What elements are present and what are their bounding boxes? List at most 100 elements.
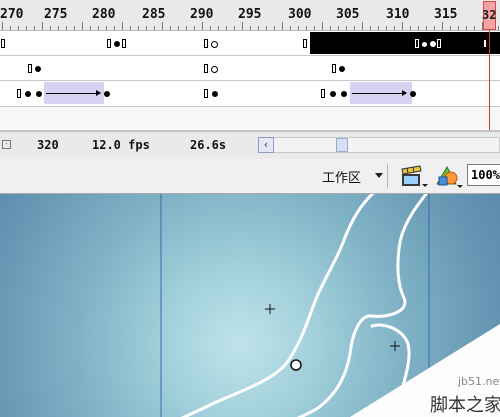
ruler-tick [322, 22, 323, 30]
arrowhead-icon [96, 90, 101, 96]
ruler-tick [2, 22, 3, 30]
ruler-tick [274, 26, 275, 30]
scrollbar-thumb[interactable] [336, 138, 348, 152]
ruler-tick [402, 22, 403, 30]
timeline-layer-row-1[interactable] [0, 31, 500, 56]
ruler-tick [362, 22, 363, 30]
ruler-tick [10, 26, 11, 30]
ruler-tick [242, 22, 243, 30]
timeline-layer-row-2[interactable] [0, 56, 500, 81]
ruler-tick [450, 26, 451, 30]
frame-span-end [303, 39, 307, 48]
keyframe-marker [341, 91, 347, 97]
zoom-input[interactable]: 100% [467, 164, 500, 186]
ruler-tick [106, 26, 107, 30]
ruler-label: 295 [238, 7, 262, 22]
frame-span-end [332, 64, 336, 73]
ruler-tick [290, 26, 291, 30]
keyframe-marker [212, 91, 218, 97]
blank-keyframe-marker [211, 41, 218, 48]
keyframe-marker [330, 91, 336, 97]
ruler-tick [266, 26, 267, 30]
ruler-tick [298, 26, 299, 30]
blank-keyframe-marker [211, 66, 218, 73]
timeline-ruler[interactable]: 270 275 280 285 290 295 300 305 310 315 … [0, 0, 500, 31]
ruler-tick [354, 26, 355, 30]
ruler-tick [218, 26, 219, 30]
keyframe-marker [114, 41, 120, 47]
ruler-tick [98, 26, 99, 30]
ruler-tick [418, 26, 419, 30]
ruler-tick [394, 26, 395, 30]
ruler-tick [122, 22, 123, 30]
ruler-label: 270 [0, 7, 24, 22]
frame-span-end [415, 39, 419, 48]
ruler-tick [162, 22, 163, 30]
frame-span-end [204, 64, 208, 73]
ruler-tick [474, 26, 475, 30]
frame-span-end [204, 39, 208, 48]
ruler-tick [170, 26, 171, 30]
frame-span-end [483, 39, 487, 48]
ruler-tick [330, 26, 331, 30]
ruler-tick [146, 26, 147, 30]
ruler-tick [338, 26, 339, 30]
playhead-line [489, 30, 490, 130]
ruler-tick [138, 26, 139, 30]
ruler-tick [50, 26, 51, 30]
shapes-icon[interactable] [434, 164, 464, 190]
keyframe-marker [339, 66, 345, 72]
ruler-tick [370, 26, 371, 30]
timeline-layer-row-3[interactable] [0, 81, 500, 107]
playhead-label: 32 [482, 8, 497, 22]
ruler-tick [82, 22, 83, 30]
ruler-label: 315 [434, 7, 458, 22]
ruler-tick [410, 26, 411, 30]
toolbar-divider [387, 164, 388, 188]
ruler-tick [234, 26, 235, 30]
ruler-tick [426, 26, 427, 30]
timeline-layer-row-4[interactable] [0, 107, 500, 131]
frame-span-end [122, 39, 126, 48]
ruler-tick [210, 26, 211, 30]
clapperboard-icon[interactable] [400, 165, 428, 189]
workspace-menu-button[interactable]: 工作区 [322, 167, 361, 187]
ruler-tick [258, 26, 259, 30]
frame-span-end [107, 39, 111, 48]
tween-arrow [46, 90, 101, 96]
playhead-handle[interactable]: 32 [482, 1, 497, 30]
ruler-tick [282, 22, 283, 30]
frame-span-end [437, 39, 441, 48]
ruler-tick [346, 26, 347, 30]
timeline-status-bar: · 320 12.0 fps 26.6s ‹ [0, 131, 500, 160]
keyframe-marker [36, 91, 42, 97]
scroll-left-button[interactable]: ‹ [258, 137, 274, 153]
keyframe-marker [410, 91, 416, 97]
ruler-tick [306, 26, 307, 30]
frame-span-end [28, 64, 32, 73]
ruler-tick [466, 26, 467, 30]
center-frame-icon[interactable]: · [2, 140, 11, 149]
page-curl-watermark: jb51.net 脚本之家 [350, 324, 500, 417]
ruler-tick [114, 26, 115, 30]
ruler-label: 305 [336, 7, 360, 22]
frame-span-end [17, 89, 21, 98]
ruler-label: 300 [288, 7, 312, 22]
ruler-tick [26, 26, 27, 30]
timeline-scrollbar[interactable] [258, 137, 500, 153]
chevron-left-icon: ‹ [263, 138, 269, 151]
selected-frames[interactable] [310, 32, 500, 54]
ruler-label: 280 [92, 7, 116, 22]
elapsed-time: 26.6s [190, 138, 227, 152]
ruler-tick [458, 26, 459, 30]
tween-arrow [352, 90, 407, 96]
ruler-label: 275 [44, 7, 68, 22]
ruler-tick [194, 26, 195, 30]
ruler-tick [34, 26, 35, 30]
stage-canvas[interactable]: jb51.net 脚本之家 [0, 194, 500, 417]
edit-bar: 工作区 100% [0, 159, 500, 194]
ruler-label: 310 [386, 7, 410, 22]
keyframe-marker [25, 91, 31, 97]
ruler-tick [74, 26, 75, 30]
watermark-name: 脚本之家 [430, 395, 500, 416]
